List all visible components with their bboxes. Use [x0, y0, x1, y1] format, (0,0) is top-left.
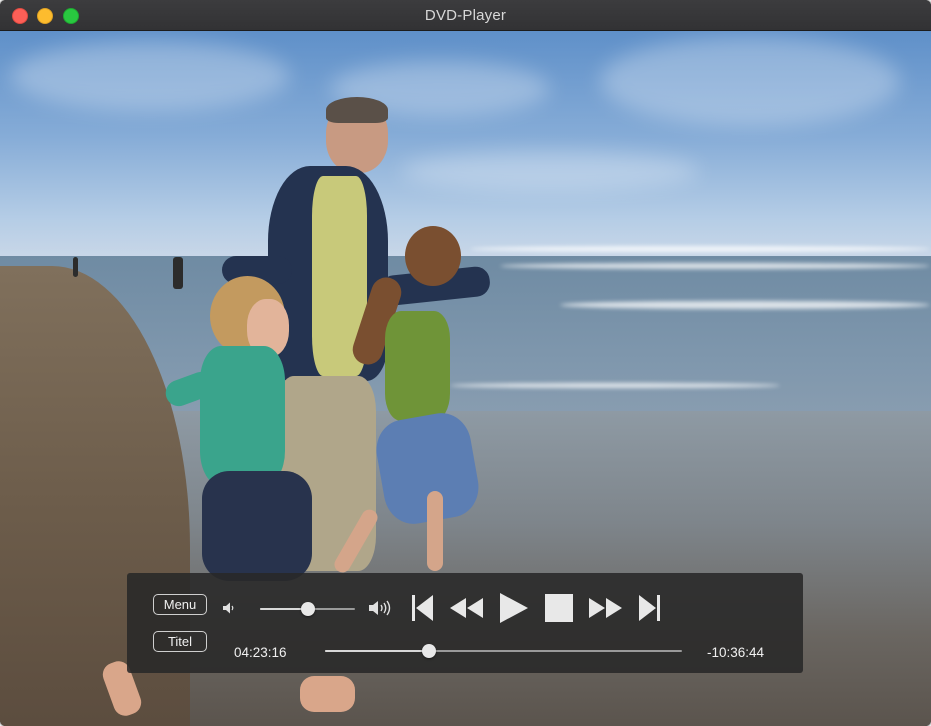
video-girl-jacket [385, 311, 450, 421]
video-cloud [10, 41, 290, 111]
elapsed-time: 04:23:16 [234, 645, 287, 660]
video-cloud [400, 151, 700, 191]
fast-forward-icon[interactable] [587, 597, 623, 619]
playback-scrubber[interactable] [325, 644, 682, 658]
video-girl-leg [427, 491, 443, 571]
playback-controls: Menu Titel 04:23:16 -10:36:44 [127, 573, 803, 673]
video-child-foot [300, 676, 355, 712]
video-wave [500, 263, 930, 269]
dvd-player-window: DVD-Player Menu Titel 04:23:16 -10:36:44 [0, 0, 931, 726]
video-child-jeans [202, 471, 312, 581]
video-distant-person [173, 257, 183, 289]
title-bar[interactable]: DVD-Player [0, 0, 931, 31]
play-icon[interactable] [497, 591, 531, 625]
video-child-shirt [200, 346, 285, 486]
video-distant-person [73, 257, 78, 277]
video-wave [470, 246, 930, 252]
speaker-high-icon[interactable] [367, 598, 395, 618]
volume-slider-knob[interactable] [300, 602, 315, 616]
next-chapter-icon[interactable] [635, 593, 663, 623]
video-father-hair [326, 97, 388, 123]
video-wave [560, 301, 930, 309]
speaker-low-icon[interactable] [221, 600, 237, 616]
remaining-time: -10:36:44 [707, 645, 765, 660]
playback-scrubber-fill [325, 650, 429, 652]
rewind-icon[interactable] [449, 597, 485, 619]
playback-scrubber-knob[interactable] [421, 644, 436, 658]
previous-chapter-icon[interactable] [409, 593, 437, 623]
stop-icon[interactable] [544, 593, 574, 623]
menu-button[interactable]: Menu [153, 594, 207, 615]
window-title: DVD-Player [424, 7, 507, 24]
volume-slider[interactable] [260, 602, 355, 616]
title-button[interactable]: Titel [153, 631, 207, 652]
video-girl-hair [405, 226, 461, 286]
video-cloud [600, 36, 900, 126]
video-wave [450, 383, 780, 388]
